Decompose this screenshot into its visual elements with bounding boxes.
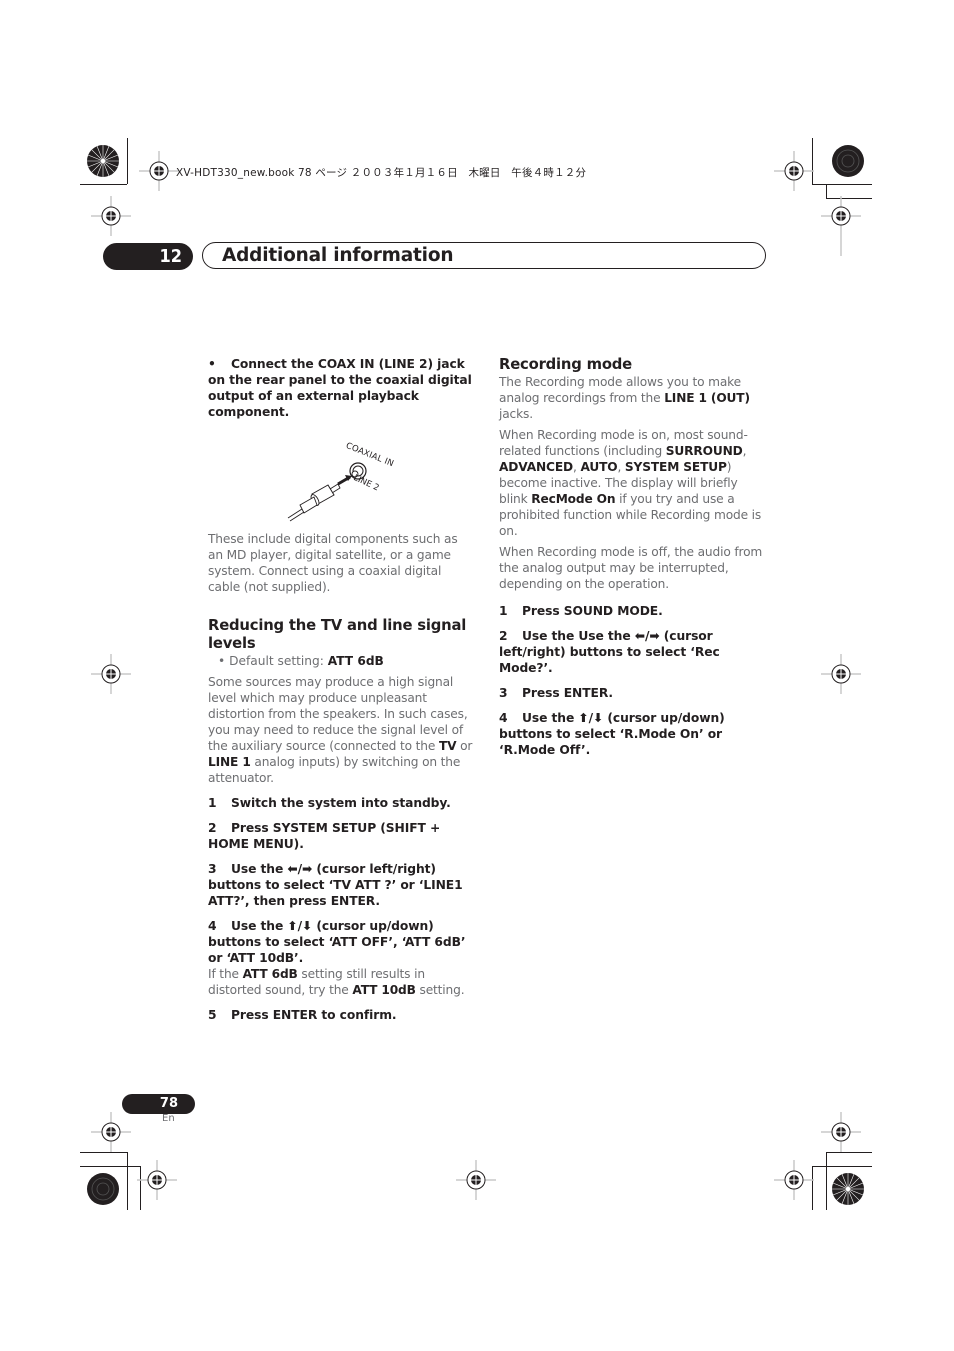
registration-starburst-icon xyxy=(87,145,119,177)
registration-crosshair-icon xyxy=(137,1160,177,1200)
left-column: • Connect the COAX IN (LINE 2) jack on th… xyxy=(208,356,476,1032)
registration-starburst-icon xyxy=(87,1173,119,1205)
registration-crosshair-icon xyxy=(774,1160,814,1200)
registration-starburst-icon xyxy=(832,1173,864,1205)
step-3: 3 Use the ⬅/➡ (cursor left/right) buttons… xyxy=(208,862,463,908)
registration-crosshair-icon xyxy=(774,151,814,191)
step-4: 4 Use the ⬆/⬇ (cursor up/down) buttons to… xyxy=(208,919,466,965)
registration-crosshair-icon xyxy=(456,1160,496,1200)
bullet: • xyxy=(208,357,216,371)
crop-line xyxy=(127,1152,128,1210)
section-title-recording-mode: Recording mode xyxy=(499,356,633,373)
figure-caption: These include digital components such as… xyxy=(208,532,458,594)
right-column: Recording mode The Recording mode allows… xyxy=(499,356,767,767)
step-2: 2 Press SYSTEM SETUP (SHIFT + HOME MENU). xyxy=(208,821,441,851)
step-text: Connect the COAX IN (LINE 2) jack on the… xyxy=(208,357,472,419)
crop-line xyxy=(80,184,127,185)
crop-line xyxy=(826,1152,827,1210)
default-setting-value: ATT 6dB xyxy=(327,654,384,668)
cursor-left-right-icon: ⬅/➡ xyxy=(287,862,313,876)
chapter-title: Additional information xyxy=(222,245,454,266)
crop-line xyxy=(812,184,872,185)
step-4-note: If the ATT 6dB setting still results in … xyxy=(208,967,465,997)
page-language: En xyxy=(162,1113,175,1124)
step-1: 1 Switch the system into standby. xyxy=(208,796,451,810)
recording-mode-on-description: When Recording mode is on, most sound-re… xyxy=(499,428,762,538)
cursor-up-down-icon: ⬆/⬇ xyxy=(578,711,604,725)
cursor-up-down-icon: ⬆/⬇ xyxy=(287,919,313,933)
crop-line xyxy=(812,1166,872,1167)
chapter-number: 12 xyxy=(103,243,193,270)
step-5: 5 Press ENTER to confirm. xyxy=(208,1008,397,1022)
print-file-info: XV-HDT330_new.book 78 ページ ２００３年１月１６日 木曜日… xyxy=(176,167,587,179)
recording-mode-intro: The Recording mode allows you to make an… xyxy=(499,375,750,421)
chapter-header: Additional information xyxy=(202,242,766,269)
attenuator-description: Some sources may produce a high signal l… xyxy=(208,675,473,785)
registration-crosshair-icon xyxy=(91,654,131,694)
registration-crosshair-icon xyxy=(139,151,179,191)
connect-coax-step: • Connect the COAX IN (LINE 2) jack on th… xyxy=(208,356,476,420)
default-setting: • Default setting: ATT 6dB xyxy=(218,654,384,668)
page-number: 78 xyxy=(122,1094,195,1114)
registration-crosshair-icon xyxy=(821,196,861,256)
crop-line xyxy=(826,1152,872,1153)
rec-step-4: 4 Use the ⬆/⬇ (cursor up/down) buttons to… xyxy=(499,711,725,757)
registration-crosshair-icon xyxy=(821,1112,861,1152)
recording-mode-off-description: When Recording mode is off, the audio fr… xyxy=(499,545,763,591)
crop-line xyxy=(127,138,128,184)
cursor-left-right-icon: ⬅/➡ xyxy=(634,629,660,643)
coaxial-connection-figure: COAXIAL IN LINE 2 xyxy=(208,429,476,529)
registration-crosshair-icon xyxy=(821,654,861,694)
default-setting-label: Default setting: xyxy=(229,654,328,668)
rec-step-2: 2 Use the Use the ⬅/➡ (cursor left/right)… xyxy=(499,629,720,675)
section-title-reducing-levels: Reducing the TV and line signal levels xyxy=(208,617,467,652)
rec-step-1: 1 Press SOUND MODE. xyxy=(499,604,663,618)
registration-crosshair-icon xyxy=(91,196,131,236)
crop-line xyxy=(80,1152,127,1153)
registration-starburst-icon xyxy=(832,145,864,177)
crop-line xyxy=(80,1166,140,1167)
registration-crosshair-icon xyxy=(91,1112,131,1152)
rec-step-3: 3 Press ENTER. xyxy=(499,686,613,700)
